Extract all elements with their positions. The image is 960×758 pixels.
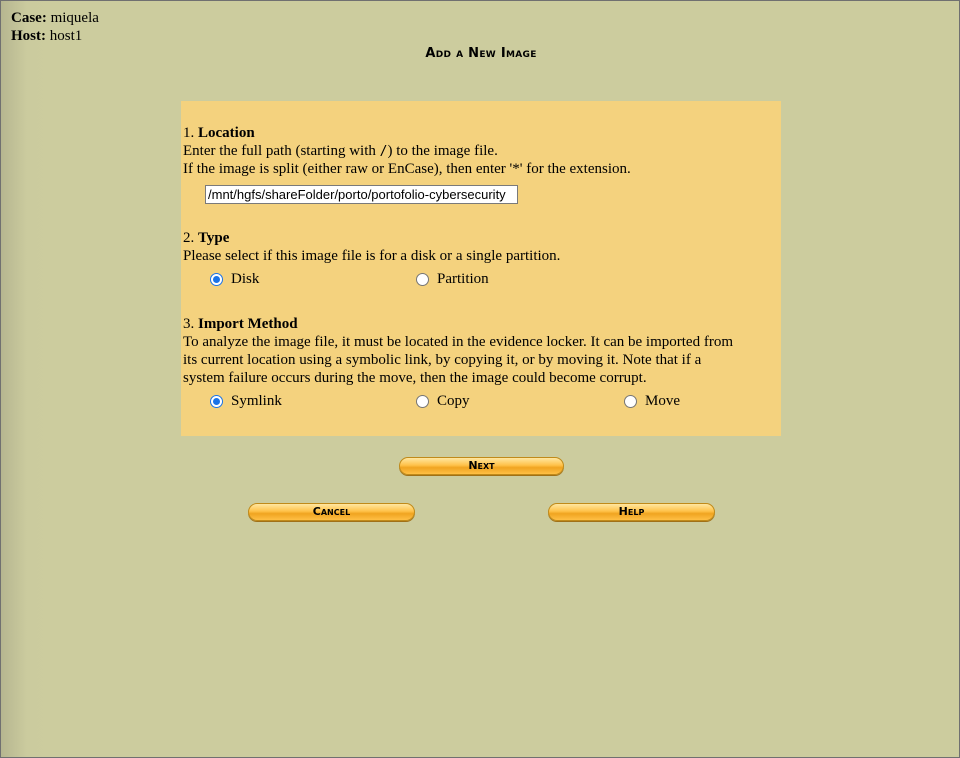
type-title: Type <box>198 230 230 246</box>
cancel-button[interactable]: Cancel <box>248 503 415 521</box>
import-option-move[interactable]: Move <box>624 393 680 410</box>
move-label: Move <box>645 393 680 409</box>
import-heading: 3. Import Method <box>183 315 298 333</box>
copy-radio[interactable] <box>416 395 429 408</box>
case-line: Case: miquela <box>11 9 99 27</box>
import-desc-1: To analyze the image file, it must be lo… <box>183 334 733 350</box>
page-title: Add a New Image <box>425 46 537 61</box>
location-number: 1. <box>183 125 195 141</box>
add-image-form-panel: 1. Location Enter the full path (startin… <box>181 101 781 436</box>
image-path-input[interactable]: /mnt/hgfs/shareFolder/porto/portofolio-c… <box>205 185 518 204</box>
host-label: Host: <box>11 28 46 44</box>
import-option-copy[interactable]: Copy <box>416 393 470 410</box>
symlink-label: Symlink <box>231 393 282 409</box>
location-desc-2: If the image is split (either raw or EnC… <box>183 161 631 177</box>
location-desc-1: Enter the full path (starting with /) to… <box>183 142 498 161</box>
type-option-partition[interactable]: Partition <box>416 271 489 288</box>
host-value: host1 <box>49 28 83 44</box>
copy-label: Copy <box>437 393 470 409</box>
import-desc-2: its current location using a symbolic li… <box>183 352 702 368</box>
partition-radio[interactable] <box>416 273 429 286</box>
import-number: 3. <box>183 316 195 332</box>
disk-radio[interactable] <box>210 273 223 286</box>
move-radio[interactable] <box>624 395 637 408</box>
type-option-disk[interactable]: Disk <box>210 271 259 288</box>
location-desc-1-pre: Enter the full path (starting with <box>183 143 380 159</box>
host-line: Host: host1 <box>11 27 99 45</box>
import-desc-3: system failure occurs during the move, t… <box>183 370 647 386</box>
next-button[interactable]: Next <box>399 457 564 475</box>
help-button[interactable]: Help <box>548 503 715 521</box>
case-info: Case: miquela Host: host1 <box>11 9 99 45</box>
location-heading: 1. Location <box>183 124 255 142</box>
location-desc-1-post: ) to the image file. <box>387 143 498 159</box>
case-label: Case: <box>11 10 47 26</box>
partition-label: Partition <box>437 271 489 287</box>
case-value: miquela <box>50 10 99 26</box>
type-desc: Please select if this image file is for … <box>183 248 561 264</box>
disk-label: Disk <box>231 271 260 287</box>
symlink-radio[interactable] <box>210 395 223 408</box>
import-option-symlink[interactable]: Symlink <box>210 393 282 410</box>
type-heading: 2. Type <box>183 229 229 247</box>
location-title: Location <box>198 125 255 141</box>
import-title: Import Method <box>198 316 298 332</box>
type-number: 2. <box>183 230 195 246</box>
